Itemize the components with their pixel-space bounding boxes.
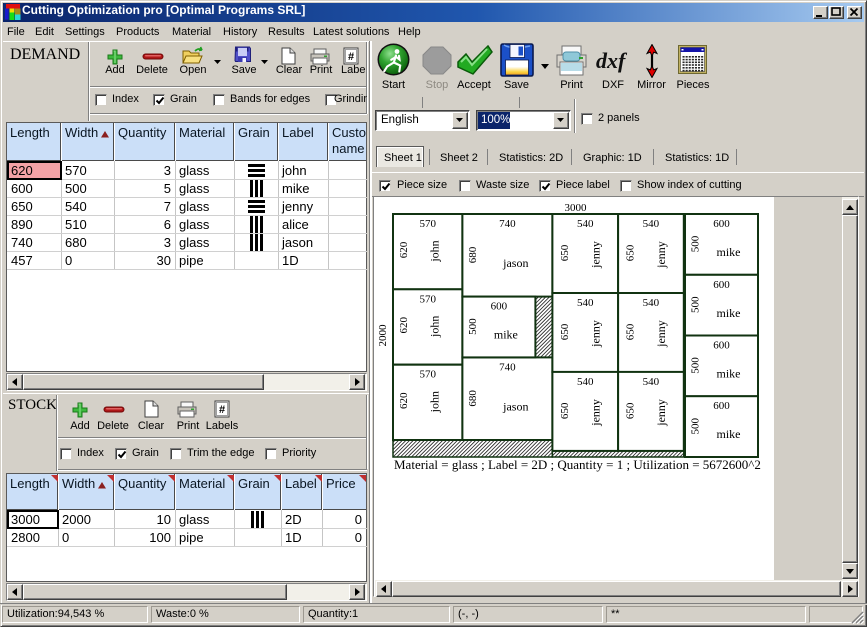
svg-text:600: 600	[713, 340, 730, 352]
svg-text:500: 500	[690, 235, 702, 252]
svg-text:mike: mike	[494, 328, 518, 342]
svg-text:jason: jason	[502, 256, 528, 270]
svg-text:680: 680	[467, 246, 479, 263]
svg-text:650: 650	[559, 244, 571, 261]
svg-text:john: john	[428, 316, 442, 338]
svg-text:540: 540	[577, 297, 594, 309]
svg-text:jason: jason	[502, 399, 528, 413]
svg-text:650: 650	[559, 402, 571, 419]
svg-text:650: 650	[559, 323, 571, 340]
svg-text:500: 500	[467, 318, 479, 335]
svg-text:540: 540	[643, 297, 660, 309]
svg-text:jenny: jenny	[654, 320, 668, 348]
svg-text:#: #	[348, 51, 354, 63]
svg-text:500: 500	[690, 296, 702, 313]
svg-text:540: 540	[643, 376, 660, 388]
svg-text:600: 600	[491, 301, 508, 313]
svg-text:jenny: jenny	[654, 399, 668, 427]
svg-text:650: 650	[625, 402, 637, 419]
svg-text:540: 540	[577, 376, 594, 388]
svg-text:jenny: jenny	[654, 241, 668, 269]
svg-text:600: 600	[713, 218, 730, 230]
svg-text:650: 650	[625, 244, 637, 261]
svg-text:620: 620	[398, 392, 410, 409]
svg-text:jenny: jenny	[588, 241, 602, 269]
svg-text:Material = glass ; Label = 2D: Material = glass ; Label = 2D ; Quantity…	[394, 457, 761, 472]
svg-text:john: john	[428, 240, 442, 262]
svg-text:mike: mike	[717, 245, 741, 259]
svg-text:680: 680	[467, 390, 479, 407]
svg-text:600: 600	[713, 279, 730, 291]
svg-text:500: 500	[690, 357, 702, 374]
svg-text:600: 600	[713, 400, 730, 412]
svg-text:mike: mike	[717, 427, 741, 441]
svg-text:570: 570	[419, 369, 436, 381]
svg-text:740: 740	[499, 218, 516, 230]
svg-text:2000: 2000	[377, 324, 389, 347]
svg-text:mike: mike	[717, 367, 741, 381]
svg-text:jenny: jenny	[588, 320, 602, 348]
svg-text:jenny: jenny	[588, 399, 602, 427]
svg-text:#: #	[219, 404, 225, 416]
svg-text:540: 540	[643, 218, 660, 230]
svg-text:540: 540	[577, 218, 594, 230]
svg-text:3000: 3000	[565, 202, 588, 214]
svg-text:740: 740	[499, 361, 516, 373]
svg-text:650: 650	[625, 323, 637, 340]
svg-text:mike: mike	[717, 306, 741, 320]
svg-text:620: 620	[398, 241, 410, 258]
svg-text:570: 570	[419, 218, 436, 230]
svg-text:500: 500	[690, 417, 702, 434]
svg-text:john: john	[428, 391, 442, 413]
svg-text:570: 570	[419, 293, 436, 305]
svg-text:620: 620	[398, 317, 410, 334]
